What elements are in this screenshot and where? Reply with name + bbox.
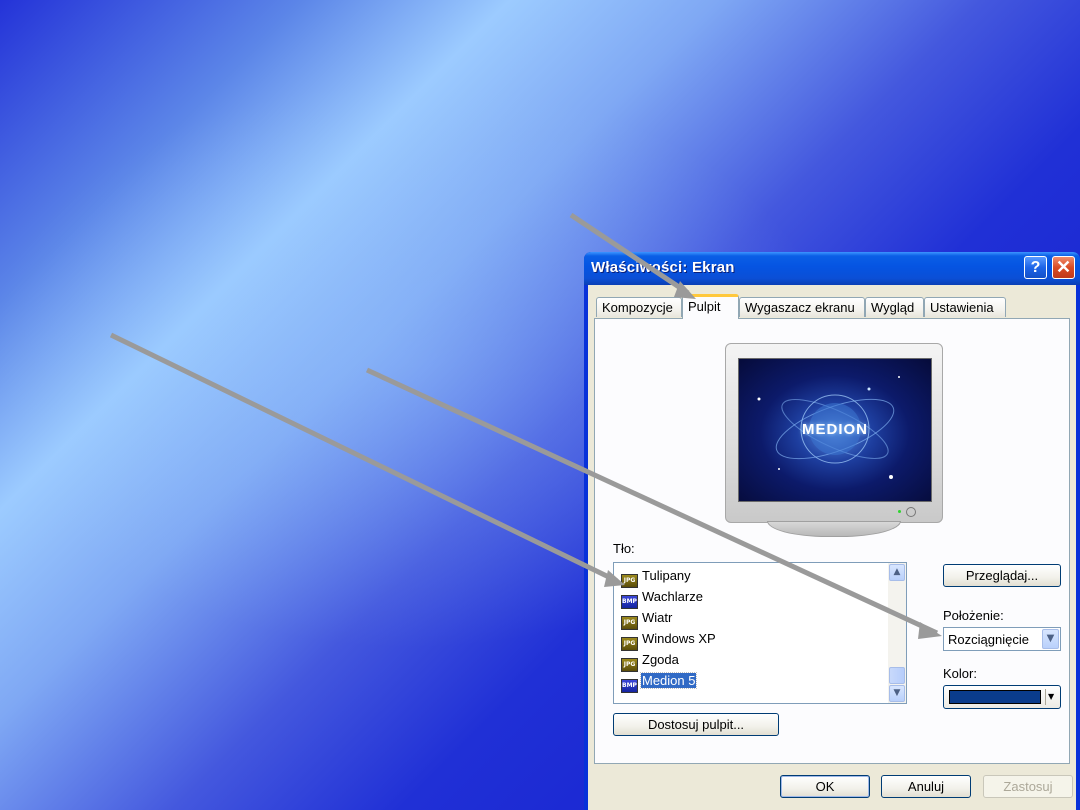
background-listbox[interactable]: JPG Tulipany BMP Wachlarze JPG Wiatr JPG Win… — [613, 562, 907, 704]
monitor-case: MEDION — [725, 343, 943, 523]
position-label: Położenie: — [943, 608, 1004, 623]
chevron-down-icon: ▼ — [1048, 692, 1055, 701]
power-led — [898, 510, 901, 513]
list-item-label: Wachlarze — [642, 589, 703, 604]
list-item-wachlarze[interactable]: BMP Wachlarze — [621, 588, 704, 609]
display-properties-dialog: Właściwości: Ekran ? ✕ Kompozycje Pulpit… — [584, 252, 1080, 810]
close-button[interactable]: ✕ — [1052, 256, 1075, 279]
tab-pulpit[interactable]: Pulpit — [682, 294, 739, 319]
tab-panel-pulpit: MEDION Tło: JPG Tulipany BMP Wachlarze JPG… — [594, 318, 1070, 764]
bmp-file-icon: BMP — [621, 679, 638, 693]
list-item-label: Zgoda — [642, 652, 679, 667]
scroll-down-icon[interactable]: ▼ — [889, 685, 905, 702]
list-item-medion-5[interactable]: BMP Medion 5 — [621, 672, 698, 693]
title-bar[interactable]: Właściwości: Ekran ? ✕ — [584, 252, 1080, 285]
list-item-tulipany[interactable]: JPG Tulipany — [621, 567, 692, 588]
list-item-windows-xp[interactable]: JPG Windows XP — [621, 630, 717, 651]
color-swatch — [949, 690, 1041, 704]
dialog-client-area: Kompozycje Pulpit Wygaszacz ekranu Wyglą… — [588, 285, 1076, 810]
apply-button[interactable]: Zastosuj — [983, 775, 1073, 798]
bmp-file-icon: BMP — [621, 595, 638, 609]
list-item-zgoda[interactable]: JPG Zgoda — [621, 651, 680, 672]
jpg-file-icon: JPG — [621, 637, 638, 651]
position-select[interactable]: Rozciągnięcie ▼ — [943, 627, 1061, 651]
wallpaper-preview: MEDION — [738, 358, 932, 502]
background-label: Tło: — [613, 541, 635, 556]
tab-wygaszacz-ekranu[interactable]: Wygaszacz ekranu — [739, 297, 865, 317]
chevron-down-icon[interactable]: ▼ — [1042, 629, 1059, 649]
tab-ustawienia[interactable]: Ustawienia — [924, 297, 1006, 317]
scroll-thumb[interactable] — [889, 667, 905, 684]
listbox-scrollbar[interactable]: ▲ ▼ — [888, 563, 906, 703]
list-item-label: Tulipany — [642, 568, 691, 583]
scroll-up-icon[interactable]: ▲ — [889, 564, 905, 581]
tab-kompozycje[interactable]: Kompozycje — [596, 297, 682, 317]
list-item-label: Wiatr — [642, 610, 673, 625]
jpg-file-icon: JPG — [621, 574, 638, 588]
customize-desktop-button[interactable]: Dostosuj pulpit... — [613, 713, 779, 736]
color-label: Kolor: — [943, 666, 977, 681]
cancel-button[interactable]: Anuluj — [881, 775, 971, 798]
ok-button[interactable]: OK — [780, 775, 870, 798]
list-item-label: Medion 5 — [639, 672, 698, 689]
monitor-preview: MEDION — [725, 343, 945, 543]
tab-wyglad[interactable]: Wygląd — [865, 297, 924, 317]
power-knob — [906, 507, 916, 517]
position-value: Rozciągnięcie — [948, 632, 1029, 647]
window-title: Właściwości: Ekran — [591, 259, 735, 276]
monitor-stand — [767, 521, 901, 537]
list-item-wiatr[interactable]: JPG Wiatr — [621, 609, 673, 630]
color-picker-separator — [1045, 689, 1046, 705]
help-button[interactable]: ? — [1024, 256, 1047, 279]
color-picker-button[interactable]: ▼ — [943, 685, 1061, 709]
browse-button[interactable]: Przeglądaj... — [943, 564, 1061, 587]
list-item-label: Windows XP — [642, 631, 716, 646]
jpg-file-icon: JPG — [621, 658, 638, 672]
jpg-file-icon: JPG — [621, 616, 638, 630]
medion-logo: MEDION — [802, 421, 868, 438]
